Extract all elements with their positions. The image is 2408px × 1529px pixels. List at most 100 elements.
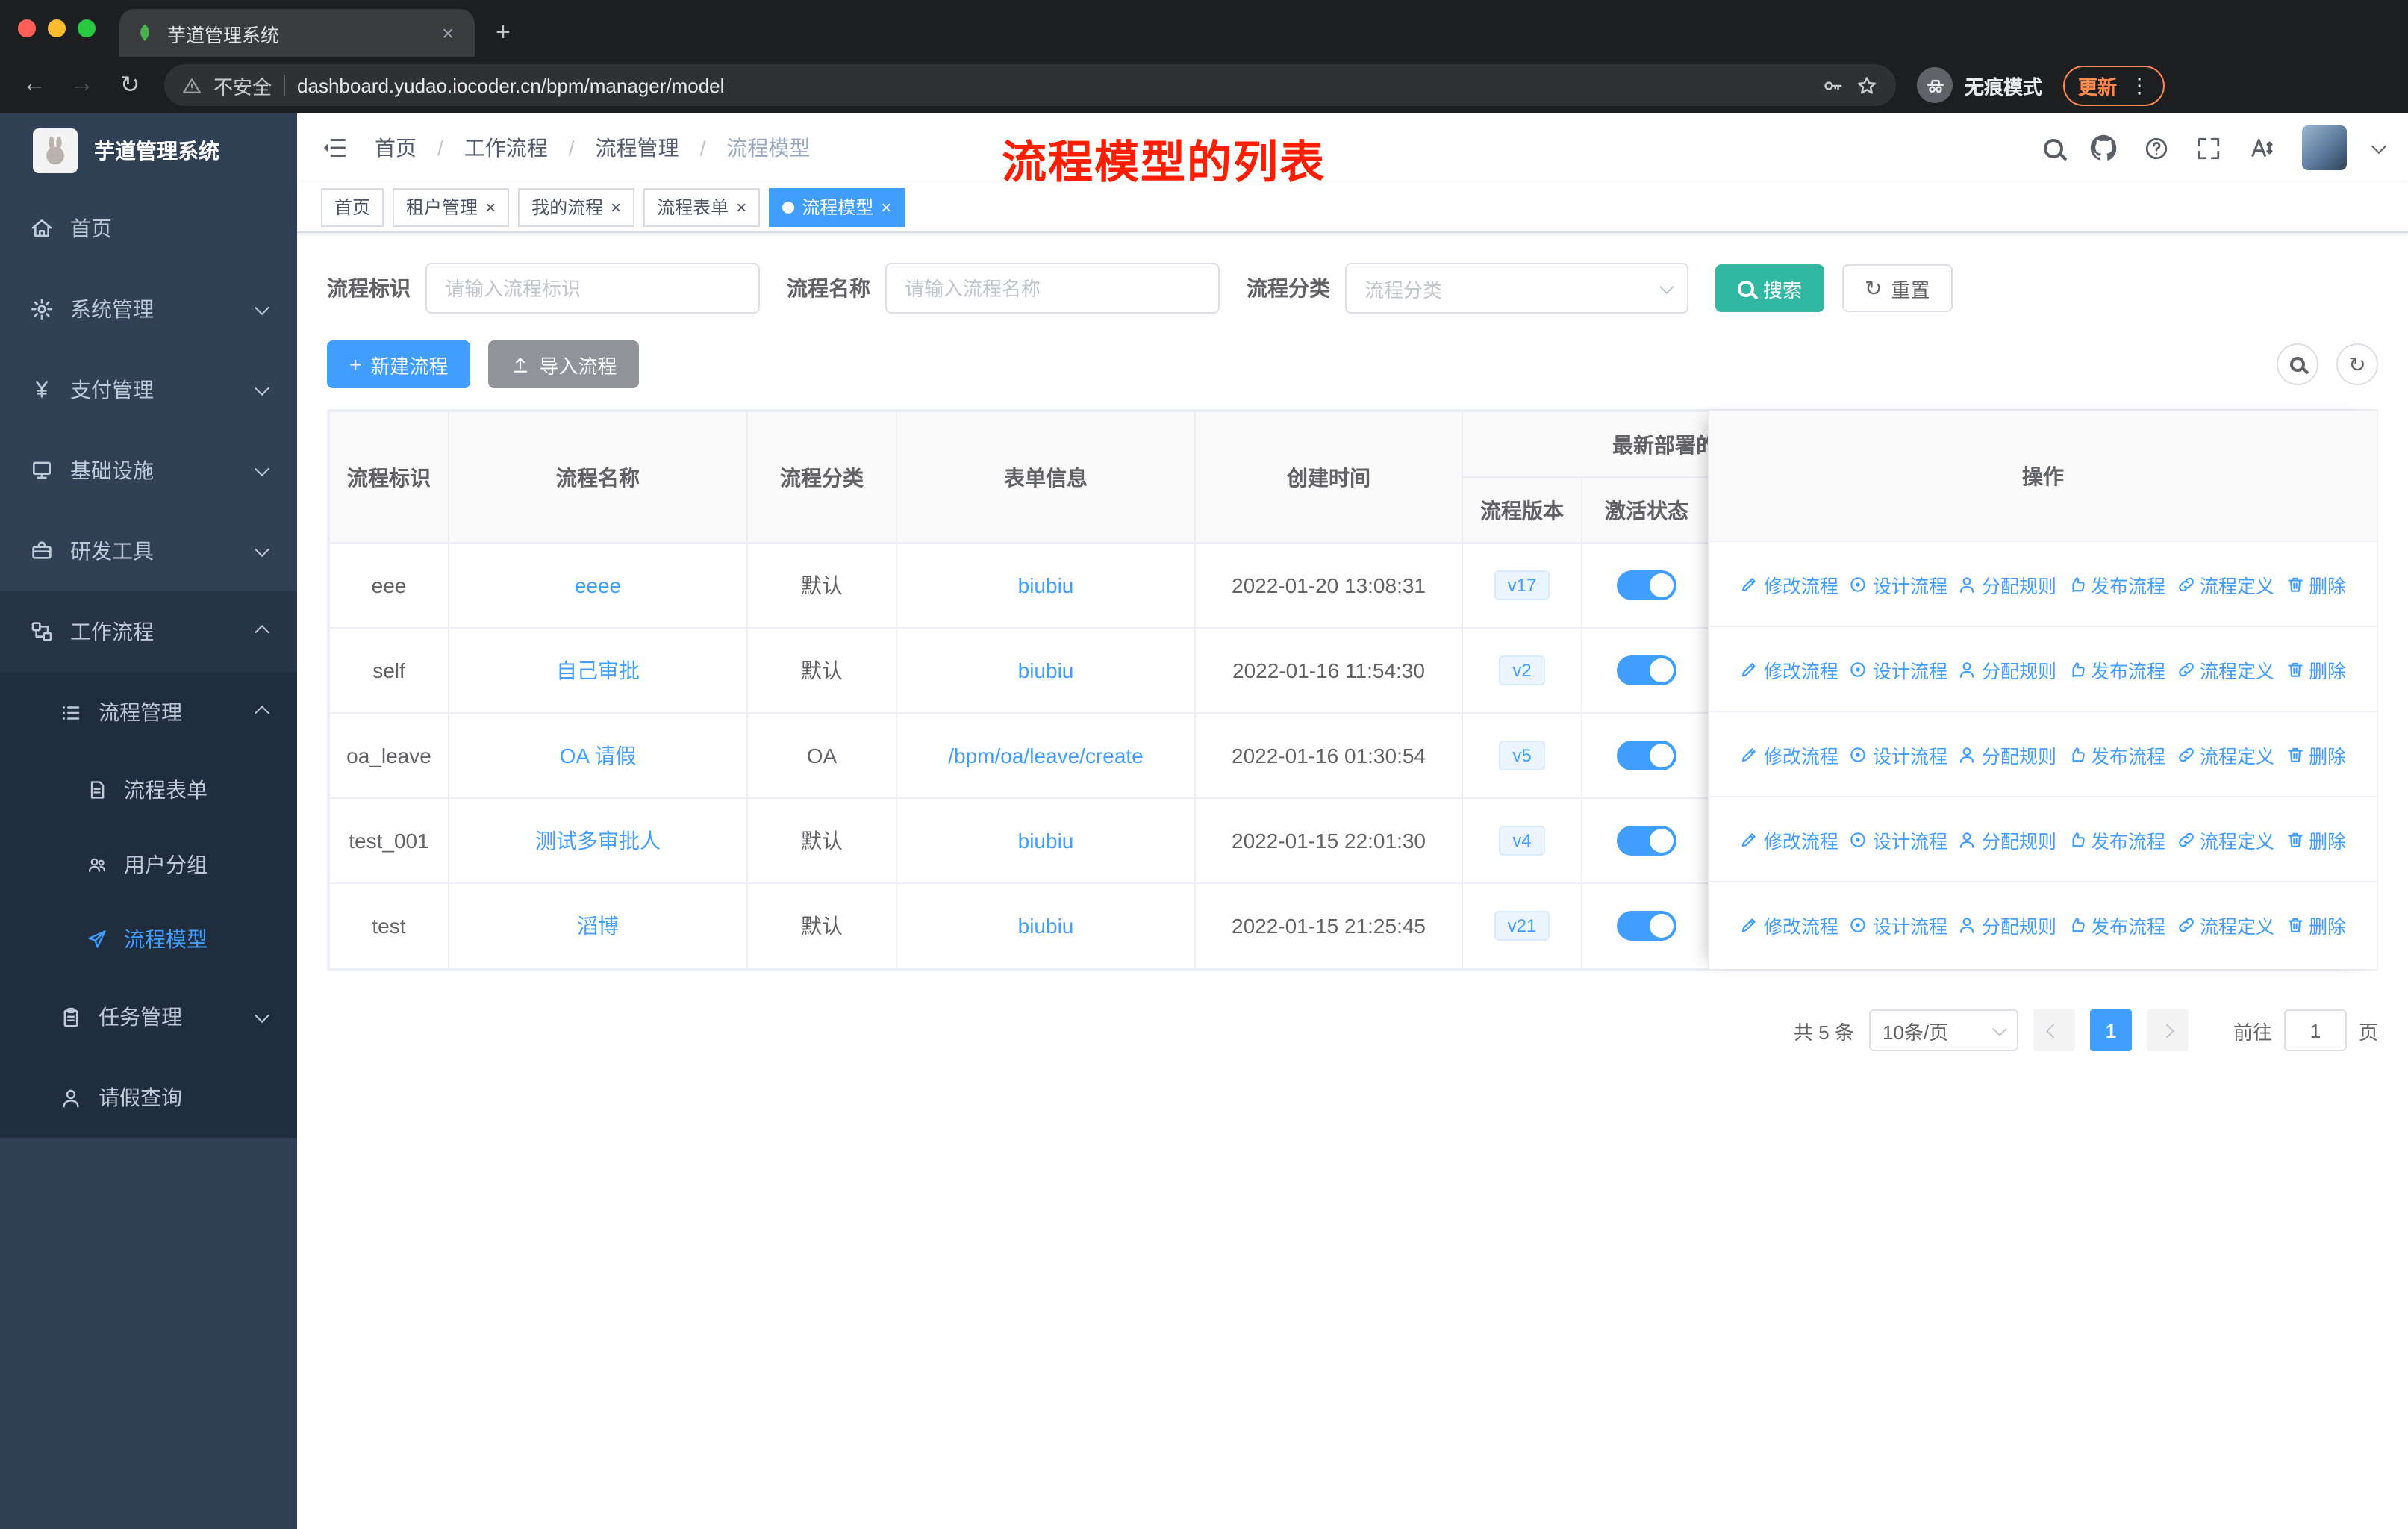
process-category-select[interactable]: 流程分类 [1345,263,1688,314]
process-name-link[interactable]: eeee [575,573,621,597]
action-publish-process[interactable]: 发布流程 [2067,825,2165,853]
user-avatar[interactable] [2302,125,2347,170]
refresh-table-button[interactable]: ↻ [2336,343,2378,385]
security-label[interactable]: 不安全 [213,71,272,99]
zoom-window-button[interactable] [78,19,96,37]
current-page-button[interactable]: 1 [2089,1009,2132,1051]
bookmark-star-icon[interactable] [1856,74,1878,96]
action-process-definition[interactable]: 流程定义 [2176,740,2274,768]
action-design-process[interactable]: 设计流程 [1849,570,1947,598]
sidebar-item-task-management[interactable]: 任务管理 [0,977,297,1057]
action-process-definition[interactable]: 流程定义 [2176,825,2274,853]
action-delete[interactable]: 删除 [2285,570,2346,598]
action-process-definition[interactable]: 流程定义 [2176,911,2274,939]
breadcrumb-workflow[interactable]: 工作流程 [464,133,548,163]
back-button[interactable]: ← [21,72,48,99]
active-toggle[interactable] [1617,655,1676,685]
sidebar-item-user-group[interactable]: 用户分组 [0,827,297,902]
process-name-link[interactable]: 测试多审批人 [535,829,661,853]
browser-update-button[interactable]: 更新 ⋮ [2063,65,2165,105]
tab-close-icon[interactable]: × [436,21,460,45]
sidebar-item-process-model[interactable]: 流程模型 [0,902,297,977]
action-assign-rule[interactable]: 分配规则 [1958,570,2056,598]
header-search-icon[interactable] [2044,138,2063,158]
toggle-search-button[interactable] [2277,343,2318,385]
form-info-link[interactable]: biubiu [1018,829,1074,853]
help-question-icon[interactable] [2144,135,2169,161]
sidebar-item-system[interactable]: 系统管理 [0,269,297,349]
active-toggle[interactable] [1617,911,1676,941]
tag-home[interactable]: 首页 [321,187,384,226]
action-delete[interactable]: 删除 [2285,655,2346,683]
sidebar-fold-icon[interactable] [321,134,348,161]
action-assign-rule[interactable]: 分配规则 [1958,911,2056,939]
minimize-window-button[interactable] [48,19,66,37]
action-delete[interactable]: 删除 [2285,911,2346,939]
tag-process-model[interactable]: 流程模型 × [769,187,905,226]
prev-page-button[interactable] [2033,1009,2075,1051]
process-id-input[interactable] [425,263,760,314]
breadcrumb-process-management[interactable]: 流程管理 [596,133,679,163]
browser-menu-icon[interactable]: ⋮ [2129,72,2150,98]
action-process-definition[interactable]: 流程定义 [2176,655,2274,683]
action-design-process[interactable]: 设计流程 [1849,911,1947,939]
page-size-select[interactable]: 10条/页 [1868,1009,2018,1051]
address-bar[interactable]: 不安全 dashboard.yudao.iocoder.cn/bpm/manag… [164,64,1896,106]
form-info-link[interactable]: biubiu [1018,658,1074,682]
form-info-link[interactable]: biubiu [1018,573,1074,597]
import-process-button[interactable]: 导入流程 [488,340,640,388]
new-tab-button[interactable]: + [496,18,511,48]
tag-close-icon[interactable]: × [881,198,891,216]
sidebar-item-workflow[interactable]: 工作流程 [0,591,297,672]
process-name-link[interactable]: 自己审批 [556,658,640,682]
search-button[interactable]: 搜索 [1715,264,1825,312]
action-publish-process[interactable]: 发布流程 [2067,740,2165,768]
tag-tenant-management[interactable]: 租户管理 × [393,187,510,226]
action-publish-process[interactable]: 发布流程 [2067,655,2165,683]
fullscreen-icon[interactable] [2196,135,2221,161]
process-name-link[interactable]: OA 请假 [560,744,637,767]
sidebar-item-home[interactable]: 首页 [0,188,297,269]
form-info-link[interactable]: biubiu [1018,914,1074,938]
breadcrumb-home[interactable]: 首页 [375,133,417,163]
tag-close-icon[interactable]: × [736,198,746,216]
github-icon[interactable] [2090,134,2117,161]
font-size-icon[interactable] [2248,134,2275,161]
sidebar-item-leave-query[interactable]: 请假查询 [0,1057,297,1138]
action-process-definition[interactable]: 流程定义 [2176,570,2274,598]
active-toggle[interactable] [1617,570,1676,600]
browser-tab[interactable]: 芋道管理系统 × [119,9,475,57]
url-text[interactable]: dashboard.yudao.iocoder.cn/bpm/manager/m… [297,74,724,96]
active-toggle[interactable] [1617,741,1676,770]
reset-button[interactable]: ↻ 重置 [1842,264,1953,312]
sidebar-item-process-management[interactable]: 流程管理 [0,672,297,753]
goto-page-input[interactable] [2283,1009,2347,1051]
action-assign-rule[interactable]: 分配规则 [1958,825,2056,853]
tag-close-icon[interactable]: × [611,198,621,216]
active-toggle[interactable] [1617,826,1676,856]
sidebar-item-payment[interactable]: 支付管理 [0,349,297,430]
tag-process-form[interactable]: 流程表单 × [643,187,761,226]
sidebar-item-process-form[interactable]: 流程表单 [0,753,297,827]
forward-button[interactable]: → [69,72,96,99]
action-modify-process[interactable]: 修改流程 [1740,655,1838,683]
password-key-icon[interactable] [1821,74,1844,96]
tag-my-process[interactable]: 我的流程 × [518,187,635,226]
action-design-process[interactable]: 设计流程 [1849,655,1947,683]
form-info-link[interactable]: /bpm/oa/leave/create [948,744,1144,767]
action-assign-rule[interactable]: 分配规则 [1958,655,2056,683]
sidebar-item-dev-tools[interactable]: 研发工具 [0,511,297,591]
action-assign-rule[interactable]: 分配规则 [1958,740,2056,768]
action-modify-process[interactable]: 修改流程 [1740,911,1838,939]
tag-close-icon[interactable]: × [485,198,496,216]
action-design-process[interactable]: 设计流程 [1849,825,1947,853]
close-window-button[interactable] [18,19,36,37]
sidebar-item-infrastructure[interactable]: 基础设施 [0,430,297,511]
action-publish-process[interactable]: 发布流程 [2067,911,2165,939]
action-modify-process[interactable]: 修改流程 [1740,570,1838,598]
next-page-button[interactable] [2146,1009,2189,1051]
action-modify-process[interactable]: 修改流程 [1740,740,1838,768]
action-publish-process[interactable]: 发布流程 [2067,570,2165,598]
process-name-link[interactable]: 滔博 [577,914,619,938]
process-name-input[interactable] [885,263,1220,314]
